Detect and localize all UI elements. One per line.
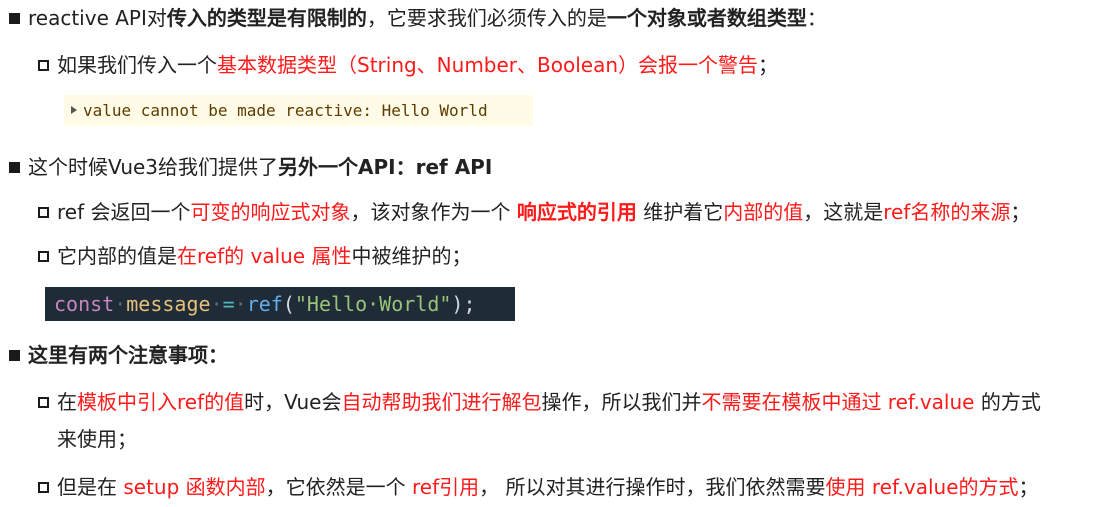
code-keyword: const xyxy=(54,292,115,316)
text: 在 xyxy=(57,390,77,414)
text-bold: 另外一个API：ref API xyxy=(278,155,493,179)
text: ； xyxy=(758,53,779,77)
text-red: 使用 ref.value的方式 xyxy=(825,475,1019,499)
text: 它内部的值是 xyxy=(57,244,177,268)
text: 操作，所以我们并 xyxy=(541,390,702,414)
text-red: setup 函数内部 xyxy=(123,475,266,499)
text: 但是在 xyxy=(57,475,124,499)
text-bold: 这里有两个注意事项： xyxy=(28,343,228,367)
code-variable: message xyxy=(126,292,211,316)
text: ，它依然是一个 xyxy=(265,475,413,499)
section-3-item-1-bullet xyxy=(38,397,49,408)
text: 这个时候Vue3给我们提供了 xyxy=(28,155,279,179)
text-red: 自动帮助我们进行解包 xyxy=(341,390,542,414)
section-2-item-2-bullet xyxy=(38,251,49,262)
text-red: ref引用 xyxy=(412,475,480,499)
text-red: 不需要在模板中通过 ref.value xyxy=(701,390,975,414)
code-punctuation: ); xyxy=(451,292,476,316)
console-warning: value cannot be made reactive: Hello Wor… xyxy=(64,95,533,126)
text: ； xyxy=(1018,475,1039,499)
text-red: 基本数据类型（String、Number、Boolean）会报一个警告 xyxy=(217,53,759,77)
text: 时，Vue会 xyxy=(244,390,342,414)
text: ，它要求我们必须传入的是 xyxy=(366,6,607,30)
text-red-bold: 响应式的引用 xyxy=(516,200,637,224)
text: 如果我们传入一个 xyxy=(57,53,217,77)
text-red: 内部的值 xyxy=(723,200,804,224)
section-1-item-1: 如果我们传入一个基本数据类型（String、Number、Boolean）会报一… xyxy=(57,51,778,79)
section-2-item-2: 它内部的值是在ref的 value 属性中被维护的； xyxy=(57,242,471,270)
text: 的方式 xyxy=(974,390,1041,414)
section-2-item-1-bullet xyxy=(38,207,49,218)
text: 来使用； xyxy=(57,427,137,451)
text: ； xyxy=(1010,200,1031,224)
code-whitespace: · xyxy=(210,292,223,316)
section-1-heading: reactive API对传入的类型是有限制的，它要求我们必须传入的是一个对象或… xyxy=(28,4,827,32)
code-operator: = xyxy=(222,292,235,316)
text-red: 可变的响应式对象 xyxy=(190,200,351,224)
section-2-item-1: ref 会返回一个可变的响应式对象，该对象作为一个 响应式的引用 维护着它内部的… xyxy=(57,198,1030,226)
code-line: const·message·=·ref("Hello·World"); xyxy=(54,292,476,317)
code-string: "Hello·World" xyxy=(294,292,452,316)
code-function: ref xyxy=(246,292,283,316)
section-3-item-1-continued: 来使用； xyxy=(57,425,137,453)
text-red: 在ref的 value 属性 xyxy=(177,244,352,268)
text-bold: 一个对象或者数组类型 xyxy=(606,6,807,30)
section-1-item-1-bullet xyxy=(38,60,49,71)
section-3-item-2: 但是在 setup 函数内部，它依然是一个 ref引用， 所以对其进行操作时，我… xyxy=(57,473,1039,501)
section-1-bullet xyxy=(9,13,20,24)
text: ，这就是 xyxy=(803,200,884,224)
text: ref 会返回一个 xyxy=(57,200,191,224)
section-2-bullet xyxy=(9,162,20,173)
text: reactive API对 xyxy=(28,6,167,30)
text-red: 模板中引入ref的值 xyxy=(77,390,245,414)
section-3-item-2-bullet xyxy=(38,482,49,493)
code-whitespace: · xyxy=(234,292,247,316)
section-3-heading: 这里有两个注意事项： xyxy=(28,341,228,369)
text: ， 所以对其进行操作时，我们依然需要 xyxy=(479,475,826,499)
section-2-heading: 这个时候Vue3给我们提供了另外一个API：ref API xyxy=(28,153,492,181)
text: 中被维护的； xyxy=(351,244,472,268)
text-red: ref名称的来源 xyxy=(883,200,1011,224)
text: ，该对象作为一个 xyxy=(350,200,517,224)
console-warning-text: value cannot be made reactive: Hello Wor… xyxy=(83,101,488,120)
section-3-item-1: 在模板中引入ref的值时，Vue会自动帮助我们进行解包操作，所以我们并不需要在模… xyxy=(57,388,1041,416)
text: 维护着它 xyxy=(636,200,724,224)
code-whitespace: · xyxy=(114,292,127,316)
code-block: const·message·=·ref("Hello·World"); xyxy=(45,287,515,321)
text-bold: 传入的类型是有限制的 xyxy=(166,6,367,30)
code-punctuation: ( xyxy=(282,292,295,316)
section-3-bullet xyxy=(9,350,20,361)
expand-triangle-icon[interactable] xyxy=(71,106,77,114)
text: ： xyxy=(806,6,827,30)
